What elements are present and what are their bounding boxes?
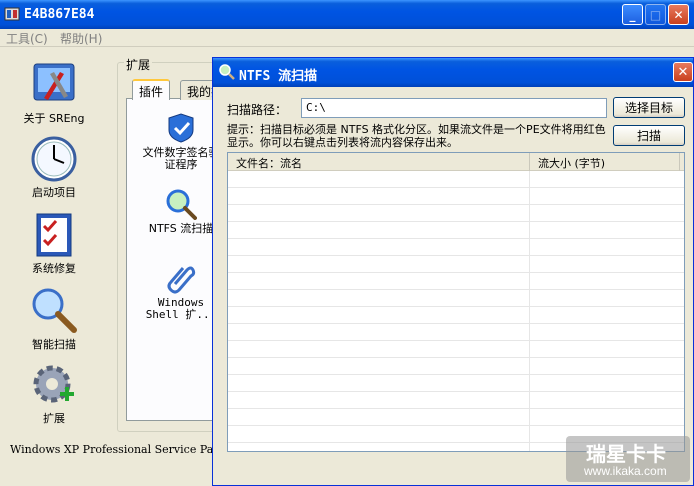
plugin-ntfs-scan[interactable]: NTFS 流扫描 — [140, 188, 222, 235]
maximize-button[interactable]: □ — [645, 4, 666, 25]
watermark-url: www.ikaka.com — [584, 464, 667, 478]
nav-label-about: 关于 SREng — [23, 112, 85, 125]
watermark: 瑞星卡卡 www.ikaka.com — [566, 436, 690, 482]
plugin-signature-verify[interactable]: 文件数字签名验证程序 — [140, 112, 222, 171]
plugin-label-ntfs: NTFS 流扫描 — [148, 222, 214, 235]
nav-item-smart-scan[interactable]: 智能扫描 — [14, 286, 94, 352]
shield-check-icon — [168, 113, 194, 143]
menubar: 工具(C) 帮助(H) — [0, 29, 694, 47]
clock-icon — [31, 136, 77, 182]
hint-text: 提示：扫描目标必须是 NTFS 格式化分区。如果流文件是一个PE文件将用红色显示… — [227, 123, 606, 149]
plugin-label-signature: 文件数字签名验证程序 — [142, 146, 220, 171]
nav-label-extension: 扩展 — [43, 412, 65, 425]
scan-path-label: 扫描路径： — [227, 103, 288, 117]
tools-icon — [33, 63, 75, 101]
nav-item-extension[interactable]: 扩展 — [14, 362, 94, 426]
magnifier-icon — [32, 288, 77, 333]
select-target-button[interactable]: 选择目标 — [613, 97, 685, 118]
dialog-close-button[interactable]: ✕ — [673, 62, 693, 82]
column-header-size[interactable]: 流大小 (字节) — [530, 153, 680, 171]
scan-button[interactable]: 扫描 — [613, 125, 685, 146]
nav-label-startup: 启动项目 — [32, 186, 76, 199]
stream-list[interactable]: 文件名：流名 流大小 (字节) — [227, 152, 685, 452]
magnifier-icon — [166, 189, 197, 220]
menu-tools[interactable]: 工具(C) — [6, 30, 48, 47]
menu-help[interactable]: 帮助(H) — [60, 30, 102, 47]
nav-item-startup[interactable]: 启动项目 — [14, 136, 94, 200]
dialog-titlebar[interactable]: NTFS 流扫描 ✕ — [213, 58, 693, 87]
plugin-label-shell: Windows Shell 扩... — [145, 296, 217, 321]
tab-plugins[interactable]: 插件 — [132, 79, 171, 100]
plugin-windows-shell[interactable]: Windows Shell 扩... — [140, 262, 222, 321]
main-titlebar[interactable]: E4B867E84 _ □ ✕ — [0, 0, 694, 29]
nav-label-smart-scan: 智能扫描 — [32, 338, 76, 351]
watermark-logo: 瑞星卡卡 — [586, 442, 666, 466]
column-separator — [529, 171, 530, 451]
nav-label-repair: 系统修复 — [32, 262, 76, 275]
window-title: E4B867E84 — [24, 7, 95, 22]
status-text: Windows XP Professional Service Pa — [10, 443, 214, 456]
magnifier-icon — [219, 64, 235, 80]
checklist-icon — [36, 213, 72, 257]
ntfs-scan-dialog: NTFS 流扫描 ✕ 扫描路径： C:\ 选择目标 扫描 提示：扫描目标必须是 … — [212, 57, 694, 486]
list-header: 文件名：流名 流大小 (字节) — [228, 153, 684, 171]
scan-path-input[interactable]: C:\ — [301, 98, 607, 118]
close-button[interactable]: ✕ — [668, 4, 689, 25]
app-icon — [4, 7, 20, 21]
dialog-title: NTFS 流扫描 — [239, 69, 318, 84]
extension-group-label: 扩展 — [124, 56, 153, 73]
paperclip-icon — [167, 266, 196, 294]
nav-item-about[interactable]: 关于 SREng — [14, 60, 94, 126]
minimize-button[interactable]: _ — [622, 4, 643, 25]
gear-plus-icon — [33, 365, 74, 403]
list-rows — [228, 171, 684, 451]
nav-item-repair[interactable]: 系统修复 — [14, 212, 94, 276]
column-header-filename[interactable]: 文件名：流名 — [228, 153, 530, 171]
